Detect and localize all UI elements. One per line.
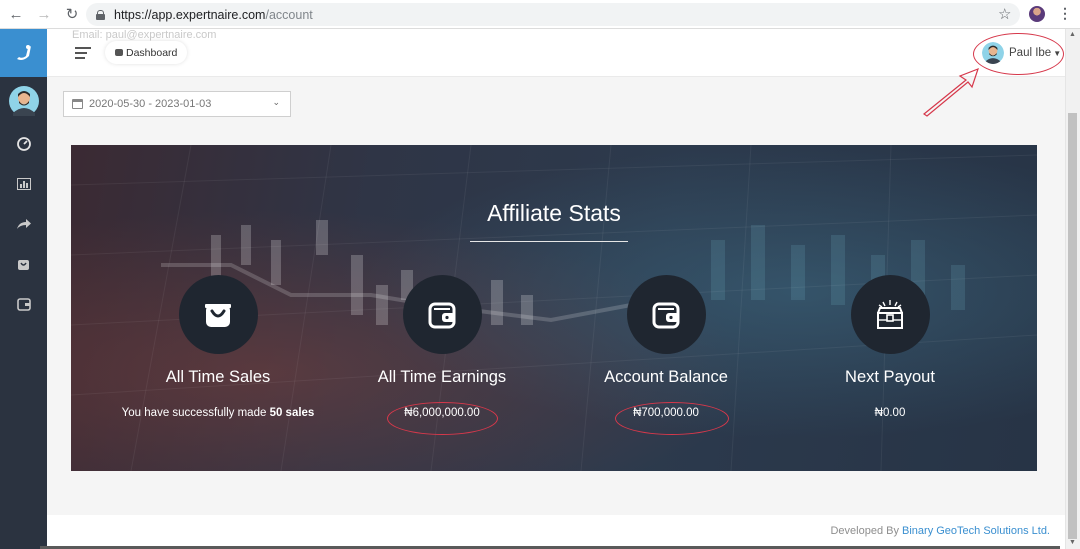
bookmark-star-icon[interactable]: ☆ <box>998 5 1011 23</box>
sidebar-item-reports[interactable] <box>0 164 47 204</box>
annotation-ellipse-earnings <box>387 402 498 435</box>
url-path: /account <box>265 7 313 22</box>
annotation-ellipse-balance <box>615 402 729 435</box>
stat-value-prefix: You have successfully made <box>121 407 270 419</box>
sidebar-item-dashboard[interactable] <box>0 124 47 164</box>
stats-title: Affiliate Stats <box>487 200 621 226</box>
lock-icon <box>96 9 105 20</box>
app-header: Email: paul@expertnaire.com Dashboard Pa… <box>47 29 1065 77</box>
bar-chart-icon <box>16 178 31 190</box>
sidebar-item-wallet[interactable] <box>0 284 47 324</box>
stat-all-time-sales: All Time Sales You have successfully mad… <box>88 275 348 419</box>
stat-value-bold: 50 sales <box>269 407 315 419</box>
stat-icon-circle <box>850 275 930 354</box>
stat-icon-circle <box>178 275 258 354</box>
annotation-arrow <box>922 67 979 117</box>
sidebar-item-products[interactable] <box>0 244 47 284</box>
reload-icon[interactable]: ↻ <box>60 2 84 26</box>
app-logo[interactable] <box>0 29 47 77</box>
stat-title: All Time Earnings <box>377 368 507 386</box>
chevron-down-icon: ⌄ <box>272 97 280 107</box>
address-bar[interactable]: https://app.expertnaire.com/account <box>86 3 1020 26</box>
browser-menu-icon[interactable]: ⋮ <box>1058 5 1072 22</box>
briefcase-icon <box>115 49 123 56</box>
footer-company-link[interactable]: Binary GeoTech Solutions Ltd. <box>902 525 1050 537</box>
date-range-value: 2020-05-30 - 2023-01-03 <box>89 98 212 110</box>
scroll-down-arrow-icon[interactable]: ▼ <box>1069 539 1076 546</box>
shopping-bag-icon <box>18 259 29 270</box>
forward-arrow-icon[interactable]: → <box>32 2 56 26</box>
stat-title: Next Payout <box>845 368 935 386</box>
stat-value: ₦0.00 <box>874 407 906 419</box>
hamburger-menu-icon[interactable] <box>75 47 91 62</box>
url-host: https://app.expertnaire.com <box>114 7 266 22</box>
scroll-up-arrow-icon[interactable]: ▲ <box>1069 31 1076 38</box>
browser-profile-avatar[interactable] <box>1029 6 1045 22</box>
speedometer-icon <box>16 137 31 151</box>
browser-toolbar: ← → ↻ https://app.expertnaire.com/accoun… <box>0 0 1080 29</box>
stat-next-payout: Next Payout ₦0.00 <box>760 275 1020 419</box>
stat-title: Account Balance <box>604 368 728 386</box>
stat-icon-circle <box>402 275 482 354</box>
user-avatar-icon <box>8 85 39 116</box>
stat-value: You have successfully made 50 sales <box>88 407 348 419</box>
logo-icon <box>16 45 31 60</box>
share-arrow-icon <box>16 219 31 229</box>
treasure-chest-icon <box>877 299 903 329</box>
affiliate-stats-card: Affiliate Stats All Time Sales You have … <box>71 145 1037 471</box>
back-arrow-icon[interactable]: ← <box>4 2 28 26</box>
stat-title: All Time Sales <box>165 368 271 386</box>
sidebar-item-share[interactable] <box>0 204 47 244</box>
stat-all-time-earnings: All Time Earnings ₦6,000,000.00 <box>312 275 572 419</box>
calendar-icon <box>72 99 83 109</box>
shopping-bag-icon <box>205 303 231 327</box>
date-range-picker[interactable]: 2020-05-30 - 2023-01-03 ⌄ <box>63 91 291 117</box>
wallet-icon <box>428 302 456 328</box>
wallet-icon <box>16 297 31 311</box>
footer-prefix: Developed By <box>830 525 903 537</box>
stat-account-balance: Account Balance ₦700,000.00 <box>536 275 796 419</box>
scrollbar-thumb[interactable] <box>1068 113 1077 539</box>
annotation-ellipse-user <box>973 33 1064 75</box>
footer-credit: Developed By Binary GeoTech Solutions Lt… <box>830 525 1050 537</box>
stat-icon-circle <box>626 275 706 354</box>
breadcrumb-dashboard-label: Dashboard <box>126 46 178 59</box>
sidebar <box>0 29 47 549</box>
wallet-icon <box>652 302 680 328</box>
title-underline <box>470 241 628 242</box>
breadcrumb-dashboard[interactable]: Dashboard <box>105 41 188 64</box>
ghost-email-text: Email: paul@expertnaire.com <box>72 29 217 41</box>
sidebar-user-avatar[interactable] <box>0 77 47 124</box>
